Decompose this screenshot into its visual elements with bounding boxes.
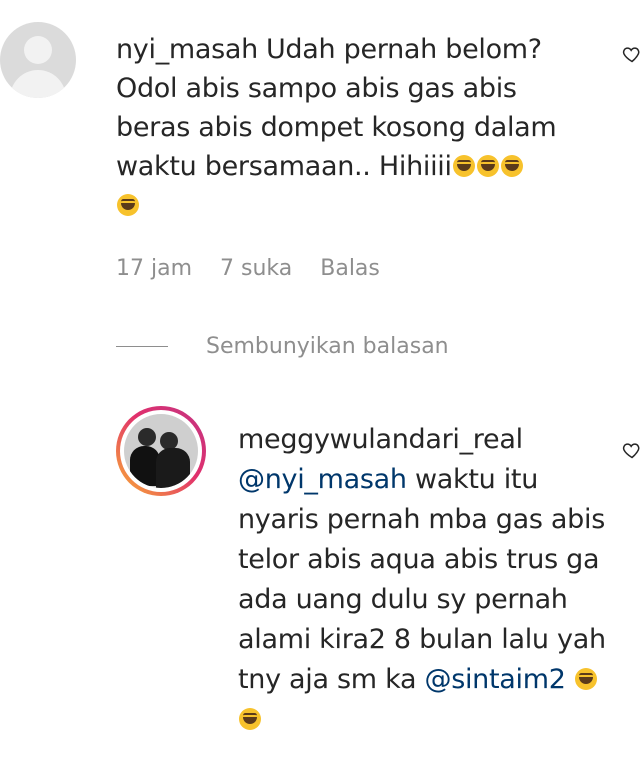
- reply-mention-2[interactable]: @sintaim2: [425, 664, 566, 695]
- comment-item: nyi_masah Udah pernah belom? Odol abis sa…: [0, 0, 640, 300]
- like-heart-icon[interactable]: [622, 440, 640, 460]
- avatar-body-shape: [10, 70, 66, 98]
- reply-body: waktu itu nyaris pernah mba gas abis tel…: [238, 464, 606, 695]
- photo-person-body: [156, 448, 190, 488]
- reply-mention[interactable]: @nyi_masah: [238, 464, 407, 495]
- photo-person-head: [138, 428, 156, 446]
- avatar-ring-inner: [120, 410, 202, 492]
- grinning-emoji-icon: [574, 668, 597, 690]
- comment-username[interactable]: nyi_masah: [116, 34, 258, 65]
- laughing-emoji-icon: [117, 194, 139, 216]
- like-heart-icon[interactable]: [622, 44, 640, 64]
- comment-likes[interactable]: 7 suka: [220, 256, 292, 281]
- hide-replies-toggle[interactable]: Sembunyikan balasan: [116, 334, 449, 359]
- reply-text: meggywulandari_real @nyi_masah waktu itu…: [238, 420, 608, 740]
- comment-meta: 17 jam 7 suka Balas: [116, 256, 380, 281]
- hide-replies-label[interactable]: Sembunyikan balasan: [206, 334, 449, 359]
- laughing-emoji-icon: [452, 155, 475, 177]
- reply-avatar[interactable]: [116, 406, 206, 496]
- comment-text: nyi_masah Udah pernah belom? Odol abis sa…: [116, 30, 596, 225]
- reply-button[interactable]: Balas: [320, 256, 380, 281]
- avatar-photo: [124, 414, 198, 488]
- laughing-emoji-icon: [476, 155, 499, 177]
- reply-item: meggywulandari_real @nyi_masah waktu itu…: [0, 400, 640, 768]
- reply-username[interactable]: meggywulandari_real: [238, 420, 608, 460]
- divider-line: [116, 346, 168, 347]
- laughing-emoji-icon: [239, 708, 261, 730]
- comment-avatar[interactable]: [0, 22, 76, 98]
- comment-time: 17 jam: [116, 256, 193, 281]
- avatar-head-shape: [24, 36, 52, 64]
- laughing-emoji-icon: [500, 155, 523, 177]
